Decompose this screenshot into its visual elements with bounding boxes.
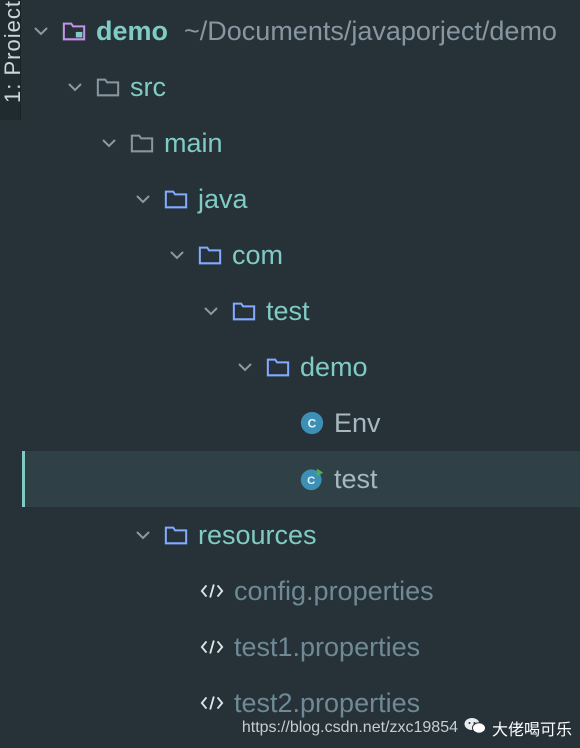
package-folder-icon: [266, 355, 290, 379]
tree-item-label: com: [232, 239, 284, 270]
chevron-down-icon[interactable]: [132, 188, 154, 210]
watermark-brand: 大佬喝可乐: [491, 722, 572, 739]
project-tab-label: 1: Project: [0, 0, 20, 103]
wechat-icon: [464, 717, 486, 740]
properties-file-icon: [200, 579, 224, 603]
resources-folder-icon: [164, 523, 188, 547]
tree-row-root-demo[interactable]: demo ~/Documents/javaporject/demo: [22, 3, 580, 59]
tree-row-java[interactable]: java: [22, 171, 580, 227]
tree-row-config-properties[interactable]: config.properties: [22, 563, 580, 619]
tree-item-label: src: [130, 71, 166, 102]
tree-row-test-package[interactable]: test: [22, 283, 580, 339]
tree-item-label: config.properties: [234, 575, 434, 606]
tree-row-env-class[interactable]: C Env: [22, 395, 580, 451]
chevron-down-icon[interactable]: [30, 20, 52, 42]
properties-file-icon: [200, 635, 224, 659]
tree-item-label: test2.properties: [234, 687, 421, 718]
tree-row-src[interactable]: src: [22, 59, 580, 115]
folder-icon: [96, 75, 120, 99]
package-folder-icon: [232, 299, 256, 323]
chevron-down-icon[interactable]: [200, 300, 222, 322]
tree-row-main[interactable]: main: [22, 115, 580, 171]
chevron-down-icon[interactable]: [234, 356, 256, 378]
tree-row-test-class[interactable]: C test: [22, 451, 580, 507]
tree-item-label: test1.properties: [234, 631, 421, 662]
tree-row-resources[interactable]: resources: [22, 507, 580, 563]
class-icon: C: [300, 411, 324, 435]
tree-item-label: demo: [300, 351, 368, 382]
root-module-label: demo: [96, 15, 169, 46]
chevron-down-icon[interactable]: [64, 76, 86, 98]
chevron-down-icon[interactable]: [166, 244, 188, 266]
tree-item-label: resources: [198, 519, 317, 550]
tree-item-label: java: [198, 183, 248, 214]
svg-text:C: C: [307, 475, 315, 487]
watermark: https://blog.csdn.net/zxc19854 大佬喝可乐: [242, 716, 572, 740]
folder-icon: [130, 131, 154, 155]
watermark-url: https://blog.csdn.net/zxc19854: [241, 719, 458, 736]
tree-row-demo-package[interactable]: demo: [22, 339, 580, 395]
tree-row-test1-properties[interactable]: test1.properties: [22, 619, 580, 675]
project-tool-window-tab[interactable]: 1: Project: [0, 0, 20, 120]
chevron-down-icon[interactable]: [98, 132, 120, 154]
source-folder-icon: [164, 187, 188, 211]
tree-row-com[interactable]: com: [22, 227, 580, 283]
tree-item-label: main: [164, 127, 223, 158]
tree-item-label: test: [334, 463, 378, 494]
tree-item-label: Env: [334, 407, 381, 438]
root-module-path: ~/Documents/javaporject/demo: [184, 15, 557, 46]
svg-text:C: C: [308, 416, 317, 430]
chevron-down-icon[interactable]: [132, 524, 154, 546]
project-tree: demo ~/Documents/javaporject/demo src ma…: [22, 0, 580, 748]
tree-item-label: test: [266, 295, 310, 326]
properties-file-icon: [200, 691, 224, 715]
runnable-class-icon: C: [300, 467, 324, 491]
package-folder-icon: [198, 243, 222, 267]
module-folder-icon: [62, 19, 86, 43]
